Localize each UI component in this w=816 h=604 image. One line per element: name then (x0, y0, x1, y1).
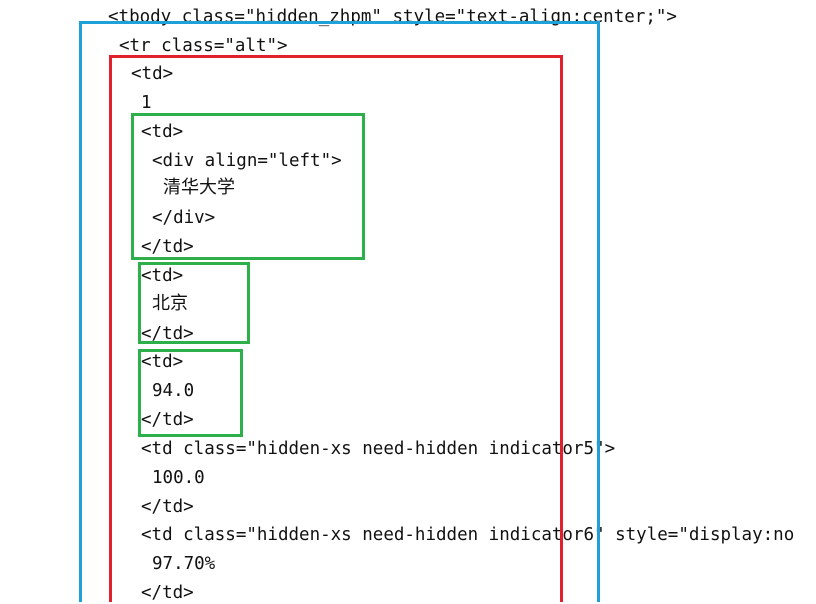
code-line-div-close: </div> (152, 208, 216, 228)
code-line-td-close: </td> (141, 324, 194, 344)
code-line-indicator5-value: 100.0 (152, 468, 205, 488)
code-line-td-close: </td> (141, 410, 194, 430)
code-line-location: 北京 (152, 293, 188, 314)
code-line-tr: <tr class="alt"> (119, 36, 288, 56)
code-line-td-open: <td> (141, 266, 184, 286)
code-line-td-indicator6: <td class="hidden-xs need-hidden indicat… (141, 525, 795, 545)
code-line-div-open: <div align="left"> (152, 151, 342, 171)
code-line-score: 94.0 (152, 381, 195, 401)
code-line-tbody: <tbody class="hidden_zhpm" style="text-a… (108, 7, 677, 27)
code-line-rank: 1 (141, 93, 152, 113)
code-line-td-close: </td> (141, 237, 194, 257)
code-line-td-open: <td> (141, 352, 184, 372)
code-line-university-name: 清华大学 (163, 177, 235, 198)
code-line-td-close: </td> (141, 497, 194, 517)
code-line-td-open: <td> (131, 64, 174, 84)
code-line-td-close: </td> (141, 583, 194, 603)
code-line-td-indicator5: <td class="hidden-xs need-hidden indicat… (141, 439, 616, 459)
code-line-td-open: <td> (141, 122, 184, 142)
code-line-indicator6-value: 97.70% (152, 554, 216, 574)
